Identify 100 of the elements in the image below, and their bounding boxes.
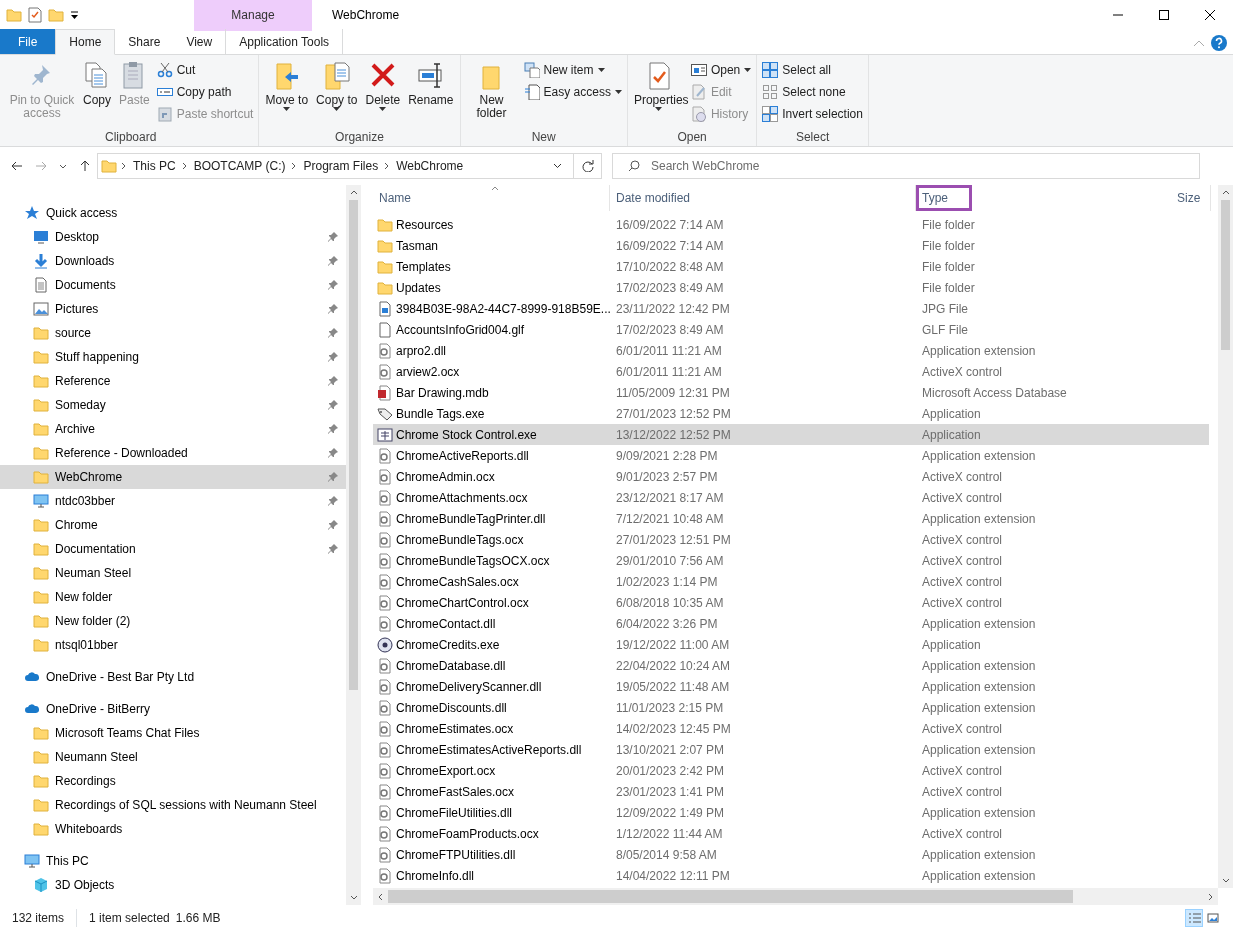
forward-icon[interactable] bbox=[35, 160, 47, 172]
file-row[interactable]: Bar Drawing.mdb 11/05/2009 12:31 PM Microsoft Access Database bbox=[373, 382, 1209, 403]
file-row[interactable]: ChromeExport.ocx 20/01/2023 2:42 PM ActiveX control bbox=[373, 760, 1209, 781]
file-row[interactable]: ChromeInfo.dll 14/04/2022 12:11 PM Application extension bbox=[373, 865, 1209, 886]
sidebar-item[interactable]: Whiteboards bbox=[0, 817, 346, 841]
sidebar-item[interactable]: Recordings of SQL sessions with Neumann Steel bbox=[0, 793, 346, 817]
sidebar-item[interactable]: ntdc03bber bbox=[0, 489, 346, 513]
sidebar-item[interactable]: New folder bbox=[0, 585, 346, 609]
file-row[interactable]: ChromeContact.dll 6/04/2022 3:26 PM Application extension bbox=[373, 613, 1209, 634]
file-row[interactable]: ChromeEstimates.ocx 14/02/2023 12:45 PM ActiveX control bbox=[373, 718, 1209, 739]
ribbon-button[interactable]: New folder bbox=[463, 59, 520, 128]
sidebar-item[interactable]: OneDrive - BitBerry bbox=[0, 697, 346, 721]
back-icon[interactable] bbox=[11, 160, 23, 172]
collapse-ribbon-icon[interactable] bbox=[1193, 39, 1205, 47]
dropdown-icon[interactable] bbox=[70, 10, 79, 20]
ribbon-tab[interactable]: Application Tools bbox=[225, 29, 344, 54]
breadcrumb[interactable]: Program Files bbox=[301, 157, 381, 175]
ribbon-button[interactable]: Select all bbox=[760, 59, 865, 81]
sidebar-item[interactable]: Desktop bbox=[0, 225, 346, 249]
ribbon-button[interactable]: Copy to bbox=[313, 59, 361, 128]
help-icon[interactable] bbox=[1211, 35, 1227, 51]
breadcrumb[interactable]: This PC bbox=[131, 157, 178, 175]
file-row[interactable]: ChromeCredits.exe 19/12/2022 11:00 AM Application bbox=[373, 634, 1209, 655]
file-row[interactable]: ChromeBundleTags.ocx 27/01/2023 12:51 PM ActiveX control bbox=[373, 529, 1209, 550]
ribbon-button[interactable]: New item bbox=[521, 59, 624, 81]
ribbon-tab[interactable]: Home bbox=[55, 29, 116, 55]
sidebar-item[interactable]: source bbox=[0, 321, 346, 345]
dropdown-icon[interactable] bbox=[59, 163, 67, 169]
column-header[interactable]: Size bbox=[1171, 185, 1211, 211]
sidebar-item[interactable]: Chrome bbox=[0, 513, 346, 537]
ribbon-button[interactable]: Cut bbox=[154, 59, 256, 81]
file-row[interactable]: ChromeActiveReports.dll 9/09/2021 2:28 PM Application extension bbox=[373, 445, 1209, 466]
scrollbar[interactable] bbox=[346, 185, 361, 905]
file-row[interactable]: ChromeAttachments.ocx 23/12/2021 8:17 AM ActiveX control bbox=[373, 487, 1209, 508]
file-row[interactable]: ChromeEstimatesActiveReports.dll 13/10/2021 2:07 PM Application extension bbox=[373, 739, 1209, 760]
file-row[interactable]: ChromeDatabase.dll 22/04/2022 10:24 AM Application extension bbox=[373, 655, 1209, 676]
file-row[interactable]: AccountsInfoGrid004.glf 17/02/2023 8:49 AM GLF File bbox=[373, 319, 1209, 340]
sidebar-item[interactable]: Neuman Steel bbox=[0, 561, 346, 585]
file-row[interactable]: ChromeDeliveryScanner.dll 19/05/2022 11:48 AM Application extension bbox=[373, 676, 1209, 697]
ribbon-tab[interactable]: Share bbox=[115, 29, 174, 54]
file-row[interactable]: Templates 17/10/2022 8:48 AM File folder bbox=[373, 256, 1209, 277]
sidebar-item[interactable]: Documents bbox=[0, 273, 346, 297]
file-row[interactable]: 3984B03E-98A2-44C7-8999-918B59E... 23/11/2022 12:42 PM JPG File bbox=[373, 298, 1209, 319]
file-row[interactable]: ChromeFTPUtilities.dll 8/05/2014 9:58 AM Application extension bbox=[373, 844, 1209, 865]
file-row[interactable]: ChromeFoamProducts.ocx 1/12/2022 11:44 AM ActiveX control bbox=[373, 823, 1209, 844]
file-row[interactable]: arpro2.dll 6/01/2011 11:21 AM Application extension bbox=[373, 340, 1209, 361]
chevron-icon[interactable] bbox=[120, 162, 128, 170]
ribbon-button[interactable]: Copy path bbox=[154, 81, 256, 103]
sidebar-item[interactable]: Microsoft Teams Chat Files bbox=[0, 721, 346, 745]
file-row[interactable]: ChromeCashSales.ocx 1/02/2023 1:14 PM ActiveX control bbox=[373, 571, 1209, 592]
file-row[interactable]: ChromeDiscounts.dll 11/01/2023 2:15 PM Application extension bbox=[373, 697, 1209, 718]
sidebar-item[interactable]: OneDrive - Best Bar Pty Ltd bbox=[0, 665, 346, 689]
column-header[interactable]: Name bbox=[373, 185, 610, 211]
sidebar-item[interactable]: Pictures bbox=[0, 297, 346, 321]
ribbon-button[interactable]: Easy access bbox=[521, 81, 624, 103]
file-row[interactable]: Chrome Stock Control.exe 13/12/2022 12:52 PM Application bbox=[373, 424, 1209, 445]
scrollbar-thumb[interactable] bbox=[1221, 200, 1230, 350]
up-icon[interactable] bbox=[79, 160, 91, 172]
sidebar-item[interactable]: New folder (2) bbox=[0, 609, 346, 633]
sidebar-item[interactable]: Stuff happening bbox=[0, 345, 346, 369]
sidebar-item[interactable]: Quick access bbox=[0, 201, 346, 225]
ribbon-button[interactable]: Open bbox=[688, 59, 754, 81]
scrollbar-thumb[interactable] bbox=[349, 200, 358, 690]
properties-icon[interactable] bbox=[28, 7, 42, 23]
sidebar-item[interactable]: 3D Objects bbox=[0, 873, 346, 897]
sidebar-item[interactable]: Recordings bbox=[0, 769, 346, 793]
file-row[interactable]: ChromeFileUtilities.dll 12/09/2022 1:49 PM Application extension bbox=[373, 802, 1209, 823]
breadcrumb[interactable]: WebChrome bbox=[394, 157, 466, 175]
sidebar-item[interactable]: ntsql01bber bbox=[0, 633, 346, 657]
file-row[interactable]: ChromeAdmin.ocx 9/01/2023 2:57 PM ActiveX control bbox=[373, 466, 1209, 487]
sidebar-item[interactable]: Someday bbox=[0, 393, 346, 417]
sidebar-item[interactable]: Archive bbox=[0, 417, 346, 441]
scrollbar[interactable] bbox=[373, 888, 1218, 905]
dropdown-icon[interactable] bbox=[553, 163, 562, 169]
view-button[interactable] bbox=[1205, 910, 1221, 926]
breadcrumb[interactable]: BOOTCAMP (C:) bbox=[191, 157, 288, 175]
file-row[interactable]: Resources 16/09/2022 7:14 AM File folder bbox=[373, 214, 1209, 235]
ribbon-button[interactable]: Move to bbox=[262, 59, 312, 128]
file-row[interactable]: ChromeChartControl.ocx 6/08/2018 10:35 AM ActiveX control bbox=[373, 592, 1209, 613]
sidebar-item[interactable]: WebChrome bbox=[0, 465, 346, 489]
sidebar-item[interactable]: Reference bbox=[0, 369, 346, 393]
file-row[interactable]: Tasman 16/09/2022 7:14 AM File folder bbox=[373, 235, 1209, 256]
file-row[interactable]: ChromeBundleTagPrinter.dll 7/12/2021 10:48 AM Application extension bbox=[373, 508, 1209, 529]
ribbon-button[interactable]: Copy bbox=[80, 59, 114, 128]
file-row[interactable]: ChromeFastSales.ocx 23/01/2023 1:41 PM ActiveX control bbox=[373, 781, 1209, 802]
column-header[interactable]: Date modified bbox=[610, 185, 916, 211]
ribbon-button[interactable]: Delete bbox=[362, 59, 404, 128]
sidebar-item[interactable]: Neumann Steel bbox=[0, 745, 346, 769]
sidebar-item[interactable]: Downloads bbox=[0, 249, 346, 273]
search-field[interactable]: Search WebChrome bbox=[612, 153, 1200, 179]
scrollbar[interactable] bbox=[1218, 185, 1233, 888]
sidebar-item[interactable]: This PC bbox=[0, 849, 346, 873]
file-row[interactable]: arview2.ocx 6/01/2011 11:21 AM ActiveX control bbox=[373, 361, 1209, 382]
ribbon-button[interactable]: Invert selection bbox=[760, 103, 865, 125]
ribbon-button[interactable]: Select none bbox=[760, 81, 865, 103]
sidebar-item[interactable]: Reference - Downloaded bbox=[0, 441, 346, 465]
file-row[interactable]: Updates 17/02/2023 8:49 AM File folder bbox=[373, 277, 1209, 298]
file-row[interactable]: Bundle Tags.exe 27/01/2023 12:52 PM Application bbox=[373, 403, 1209, 424]
ribbon-button[interactable]: Properties bbox=[630, 59, 687, 128]
chevron-icon[interactable] bbox=[180, 162, 189, 170]
